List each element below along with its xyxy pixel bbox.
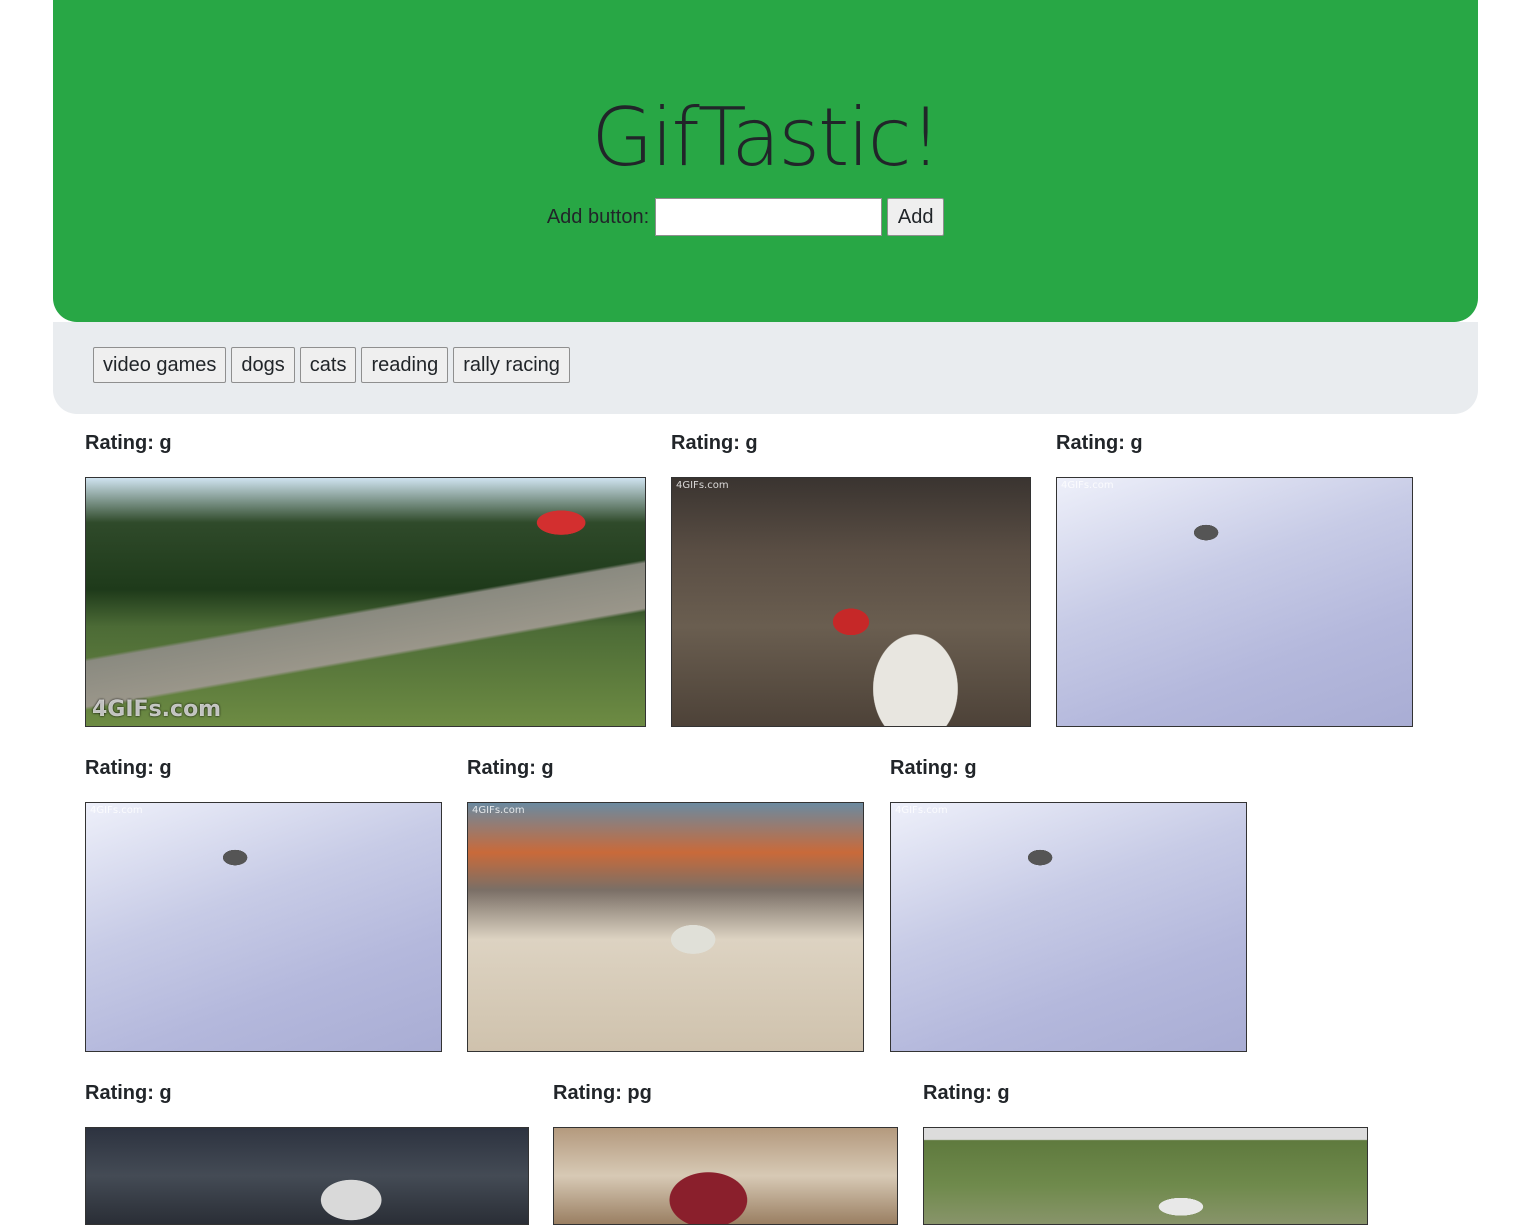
topic-button-rally-racing[interactable]: rally racing	[453, 347, 570, 383]
gif-rating: Rating: g	[890, 757, 977, 779]
topic-button-video-games[interactable]: video games	[93, 347, 227, 383]
gif-watermark: 4GIFs.com	[895, 805, 948, 816]
gif-watermark: 4GIFs.com	[90, 805, 143, 816]
gif-rating: Rating: g	[923, 1082, 1010, 1104]
gif-rating: Rating: pg	[553, 1082, 652, 1104]
gif-watermark: 4GIFs.com	[1061, 480, 1114, 491]
app-title: GifTastic!	[591, 91, 941, 184]
add-button-label: Add button:	[546, 205, 650, 228]
gif-image[interactable]	[553, 1127, 898, 1225]
gif-image[interactable]: 4GIFs.com	[671, 477, 1031, 727]
add-submit-button[interactable]: Add	[887, 198, 945, 236]
gif-watermark: 4GIFs.com	[472, 805, 525, 816]
topic-button-reading[interactable]: reading	[361, 347, 449, 383]
gif-rating: Rating: g	[85, 1082, 172, 1104]
gif-rating: Rating: g	[85, 432, 172, 454]
gif-image[interactable]: 4GIFs.com	[85, 477, 646, 727]
gif-image[interactable]: 4GIFs.com	[890, 802, 1247, 1052]
gif-image[interactable]	[923, 1127, 1368, 1225]
gif-rating: Rating: g	[671, 432, 758, 454]
add-topic-input[interactable]	[655, 198, 883, 236]
topic-button-cats[interactable]: cats	[299, 347, 357, 383]
gif-image[interactable]: 4GIFs.com	[1056, 477, 1413, 727]
add-button-form: Add button: Add	[53, 198, 1478, 236]
gif-image[interactable]: 4GIFs.com	[85, 802, 442, 1052]
gif-rating: Rating: g	[1056, 432, 1143, 454]
gif-image[interactable]	[85, 1127, 529, 1225]
header-jumbotron: GifTastic! Add button: Add	[53, 0, 1478, 322]
gif-image[interactable]: 4GIFs.com	[467, 802, 864, 1052]
gif-rating: Rating: g	[85, 757, 172, 779]
gif-rating: Rating: g	[467, 757, 554, 779]
gif-watermark: 4GIFs.com	[676, 480, 729, 491]
topic-button-bar: video games dogs cats reading rally raci…	[53, 322, 1478, 414]
gif-watermark: 4GIFs.com	[92, 697, 222, 722]
topic-button-dogs[interactable]: dogs	[231, 347, 295, 383]
